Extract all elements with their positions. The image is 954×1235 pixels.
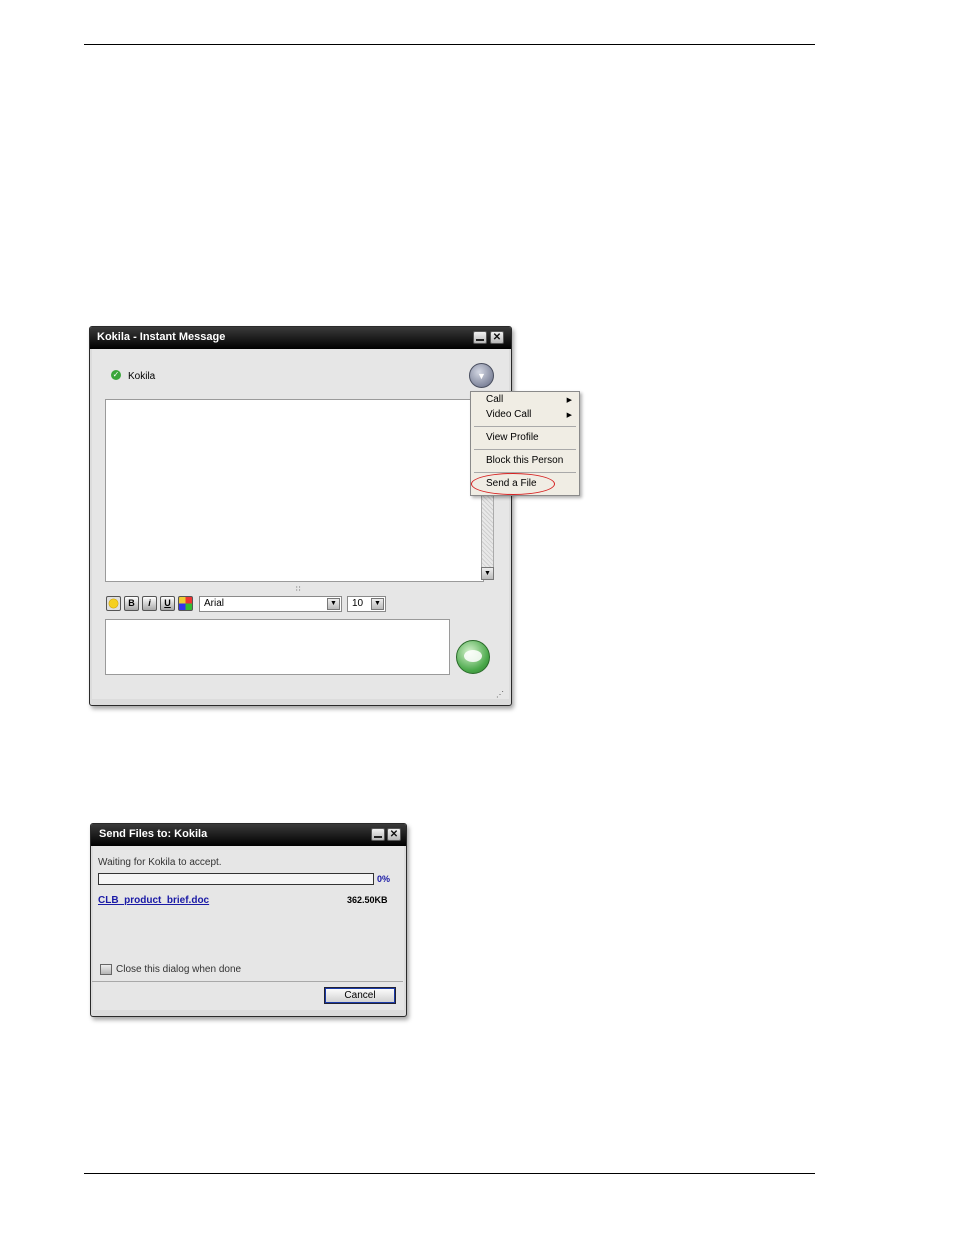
send-dialog-titlebar[interactable]: Send Files to: Kokila ✕ [91, 824, 406, 846]
send-dialog-body [93, 846, 404, 1010]
close-when-done-label: Close this dialog when done [116, 964, 242, 975]
menu-item-view-profile[interactable]: View Profile [486, 432, 539, 443]
font-size-select[interactable]: 10 ▼ [347, 596, 386, 612]
conversation-area[interactable] [105, 399, 484, 582]
top-rule [84, 44, 815, 45]
highlight-ring [471, 473, 555, 495]
transfer-status-text: Waiting for Kokila to accept. [98, 857, 222, 868]
resize-grip-icon[interactable]: ⋰ [496, 690, 504, 699]
color-palette-icon[interactable] [178, 596, 193, 611]
bottom-rule [84, 1173, 815, 1174]
dialog-footer-divider [92, 981, 403, 982]
menu-item-call[interactable]: Call [486, 394, 503, 405]
message-input[interactable] [105, 619, 450, 675]
file-name-link[interactable]: CLB_product_brief.doc [98, 895, 209, 906]
font-size-value: 10 [352, 598, 364, 609]
menu-item-block-person[interactable]: Block this Person [486, 455, 563, 466]
close-button[interactable]: ✕ [490, 331, 504, 344]
contact-name: Kokila [128, 371, 156, 382]
send-message-button[interactable] [456, 640, 490, 674]
italic-button[interactable]: i [142, 596, 157, 611]
progress-percent: 0% [377, 874, 391, 884]
close-when-done-checkbox[interactable] [100, 964, 112, 975]
cancel-button[interactable]: Cancel [324, 987, 396, 1004]
underline-button[interactable]: U [160, 596, 175, 611]
chevron-down-icon[interactable]: ▼ [371, 598, 384, 610]
file-size: 362.50KB [347, 895, 388, 905]
online-status-icon: ✓ [111, 370, 121, 380]
font-name-select[interactable]: Arial ▼ [199, 596, 342, 612]
scroll-down-arrow-icon[interactable]: ▼ [481, 567, 494, 580]
submenu-arrow-icon: ▶ [566, 412, 572, 419]
splitter-grip-icon[interactable]: ∷ [296, 585, 300, 593]
emoticon-button[interactable] [106, 596, 121, 611]
chevron-down-icon[interactable]: ▼ [327, 598, 340, 610]
im-titlebar[interactable]: Kokila - Instant Message ✕ [90, 327, 511, 349]
bold-button[interactable]: B [124, 596, 139, 611]
options-dropdown-icon[interactable]: ▼ [469, 363, 494, 388]
submenu-arrow-icon: ▶ [566, 397, 572, 404]
transfer-progress-bar [98, 873, 374, 885]
minimize-button[interactable] [371, 828, 385, 841]
im-window-title: Kokila - Instant Message [97, 331, 226, 343]
menu-separator [474, 449, 576, 450]
font-name-value: Arial [204, 598, 225, 609]
send-dialog-title: Send Files to: Kokila [99, 828, 208, 840]
menu-separator [474, 426, 576, 427]
minimize-button[interactable] [473, 331, 487, 344]
speech-bubble-icon [464, 650, 482, 662]
close-button[interactable]: ✕ [387, 828, 401, 841]
menu-item-video-call[interactable]: Video Call [486, 409, 531, 420]
